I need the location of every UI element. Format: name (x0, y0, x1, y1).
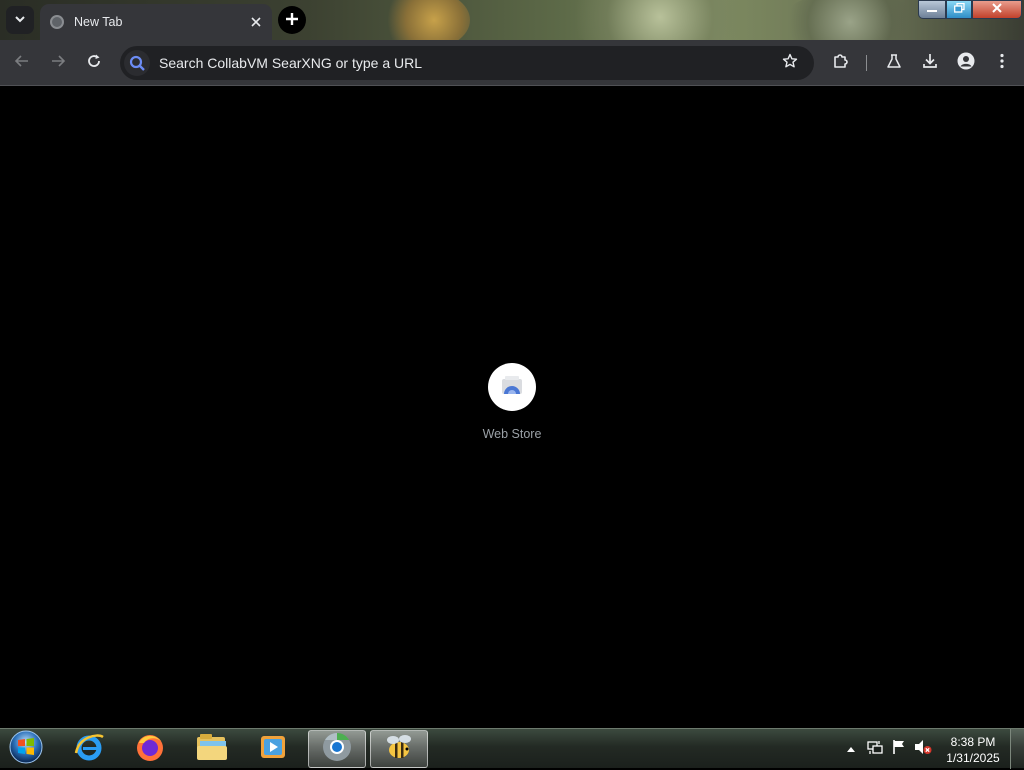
internet-explorer-icon (73, 731, 105, 768)
chevron-down-icon (14, 13, 26, 28)
browser-toolbar (0, 40, 1024, 86)
wallpaper-detail (560, 0, 760, 40)
star-icon (782, 53, 798, 74)
tab-search-button[interactable] (6, 6, 34, 34)
restore-icon (953, 2, 965, 16)
browser-menu-button[interactable] (988, 49, 1016, 77)
chrome-icon (321, 731, 353, 768)
taskbar-app-chrome[interactable] (308, 730, 366, 768)
back-button[interactable] (8, 49, 36, 77)
globe-icon (50, 15, 64, 29)
flag-icon (892, 739, 906, 758)
taskbar-app-internet-explorer[interactable] (60, 730, 118, 768)
tray-network-button[interactable] (866, 739, 884, 757)
window-controls (918, 0, 1022, 19)
close-icon (992, 3, 1002, 16)
taskbar-app-media-player[interactable] (244, 730, 302, 768)
puzzle-icon (832, 52, 850, 75)
restore-button[interactable] (946, 0, 972, 19)
start-button[interactable] (6, 730, 46, 768)
tray-volume-button[interactable] (914, 739, 932, 757)
new-tab-button[interactable] (278, 6, 306, 34)
title-bar: New Tab (0, 0, 1024, 40)
omnibox-input[interactable] (157, 54, 776, 72)
reload-button[interactable] (80, 49, 108, 77)
bookmark-star-button[interactable] (776, 49, 804, 77)
new-tab-page: Web Store (0, 87, 1024, 728)
search-icon (124, 50, 150, 76)
web-store-icon (501, 375, 523, 400)
tab-title: New Tab (74, 15, 123, 29)
close-window-button[interactable] (972, 0, 1022, 19)
minimize-icon (927, 4, 937, 16)
wallpaper-detail (780, 0, 920, 40)
taskbar-clock[interactable]: 8:38 PM 1/31/2025 (940, 734, 1006, 766)
flask-icon (886, 53, 902, 74)
arrow-right-icon (50, 53, 66, 74)
tab-new-tab[interactable]: New Tab (40, 4, 272, 40)
firefox-icon (134, 731, 166, 768)
arrow-left-icon (14, 53, 30, 74)
close-icon (251, 15, 261, 30)
wallpaper-detail (380, 0, 470, 40)
profile-button[interactable] (952, 49, 980, 77)
downloads-button[interactable] (916, 49, 944, 77)
shortcut-web-store[interactable]: Web Store (472, 363, 552, 453)
avatar-icon (957, 52, 975, 75)
tray-action-center-button[interactable] (890, 739, 908, 757)
toolbar-divider (866, 55, 867, 71)
labs-button[interactable] (880, 49, 908, 77)
taskbar-app-file-explorer[interactable] (183, 730, 241, 768)
network-icon (867, 739, 883, 758)
clock-date: 1/31/2025 (946, 751, 1000, 765)
extensions-button[interactable] (827, 49, 855, 77)
shortcut-icon-container (488, 363, 536, 411)
address-bar[interactable] (120, 46, 814, 80)
volume-muted-icon (914, 739, 932, 758)
folder-icon (195, 732, 229, 767)
taskbar-app-bee[interactable] (370, 730, 428, 768)
media-player-icon (258, 732, 288, 767)
chevron-up-icon (847, 741, 855, 755)
bee-icon (383, 732, 415, 767)
show-hidden-icons-button[interactable] (842, 739, 860, 757)
close-tab-button[interactable] (246, 12, 266, 32)
taskbar: 8:38 PM 1/31/2025 (0, 728, 1024, 769)
shortcut-label: Web Store (482, 427, 542, 441)
more-vertical-icon (1000, 53, 1004, 74)
clock-time: 8:38 PM (950, 735, 996, 749)
reload-icon (86, 53, 102, 74)
windows-logo-icon (8, 729, 44, 770)
minimize-button[interactable] (918, 0, 946, 19)
forward-button[interactable] (44, 49, 72, 77)
plus-icon (285, 9, 299, 32)
taskbar-app-firefox[interactable] (121, 730, 179, 768)
show-desktop-button[interactable] (1010, 729, 1024, 769)
download-icon (922, 53, 938, 74)
